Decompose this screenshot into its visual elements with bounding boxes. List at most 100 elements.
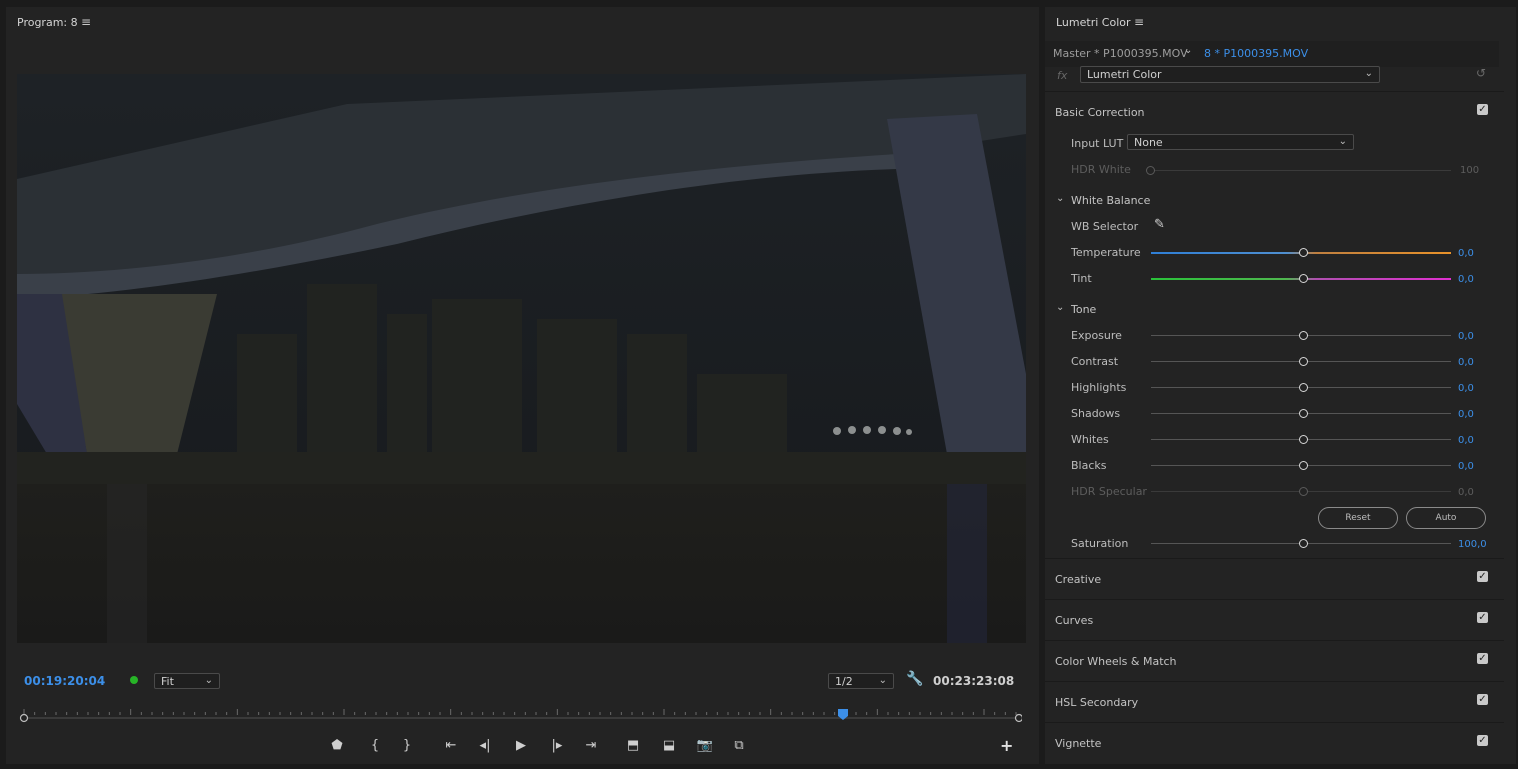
- basic-correction-title[interactable]: Basic Correction: [1055, 106, 1145, 119]
- panel-menu-icon[interactable]: ≡: [81, 15, 91, 29]
- basic-correction-checkbox[interactable]: ✓: [1477, 104, 1488, 115]
- auto-button-label: Auto: [1435, 513, 1457, 523]
- export-frame-icon[interactable]: 📷: [694, 738, 716, 753]
- hdr-white-value: 100: [1460, 165, 1480, 176]
- step-forward-icon[interactable]: |▸: [546, 738, 568, 753]
- wrench-icon[interactable]: 🔧: [906, 671, 923, 687]
- lift-icon[interactable]: ⬒: [622, 738, 644, 753]
- white-balance-title[interactable]: White Balance: [1071, 194, 1150, 207]
- section-vignette[interactable]: Vignette: [1055, 737, 1101, 750]
- shadows-label: Shadows: [1071, 407, 1121, 420]
- chevron-down-icon[interactable]: ⌄: [1184, 45, 1192, 56]
- effect-name: Lumetri Color: [1087, 68, 1162, 81]
- color-wheels-checkbox[interactable]: ✓: [1477, 653, 1488, 664]
- temperature-value[interactable]: 0,0: [1458, 248, 1474, 259]
- reset-effect-icon[interactable]: ↺: [1476, 66, 1486, 80]
- temperature-knob[interactable]: [1299, 248, 1308, 257]
- blacks-knob[interactable]: [1299, 461, 1308, 470]
- shadows-knob[interactable]: [1299, 409, 1308, 418]
- chevron-down-icon: ⌄: [1338, 136, 1347, 147]
- panel-menu-icon[interactable]: ≡: [1134, 15, 1144, 29]
- whites-value[interactable]: 0,0: [1458, 435, 1474, 446]
- mark-out-icon[interactable]: }: [396, 738, 418, 753]
- chevron-down-icon: ⌄: [1364, 68, 1373, 79]
- master-clip-tab[interactable]: Master * P1000395.MOV: [1053, 47, 1188, 60]
- effect-dropdown[interactable]: Lumetri Color ⌄: [1080, 66, 1380, 83]
- divider: [1045, 640, 1504, 641]
- fx-label: fx: [1057, 69, 1068, 82]
- go-to-out-icon[interactable]: ⇥: [580, 738, 602, 753]
- contrast-knob[interactable]: [1299, 357, 1308, 366]
- clip-instance-tab[interactable]: 8 * P1000395.MOV: [1204, 47, 1308, 60]
- add-button-icon[interactable]: +: [1000, 736, 1013, 755]
- tone-title[interactable]: Tone: [1071, 303, 1096, 316]
- resolution-dropdown[interactable]: 1/2 ⌄: [828, 673, 894, 689]
- play-icon[interactable]: ▶: [510, 738, 532, 753]
- divider: [1045, 91, 1504, 92]
- video-frame[interactable]: [17, 74, 1026, 643]
- hdr-white-knob: [1146, 166, 1155, 175]
- tint-label: Tint: [1071, 272, 1092, 285]
- hsl-secondary-checkbox[interactable]: ✓: [1477, 694, 1488, 705]
- chevron-down-icon: ⌄: [204, 675, 213, 686]
- section-hsl-secondary[interactable]: HSL Secondary: [1055, 696, 1138, 709]
- highlights-value[interactable]: 0,0: [1458, 383, 1474, 394]
- divider: [1045, 722, 1504, 723]
- saturation-value[interactable]: 100,0: [1458, 539, 1487, 550]
- reset-button[interactable]: Reset: [1318, 507, 1398, 529]
- section-creative[interactable]: Creative: [1055, 573, 1101, 586]
- divider: [1045, 599, 1504, 600]
- exposure-value[interactable]: 0,0: [1458, 331, 1474, 342]
- step-back-icon[interactable]: ◂|: [474, 738, 496, 753]
- chevron-down-icon[interactable]: ⌄: [1056, 193, 1064, 204]
- curves-checkbox[interactable]: ✓: [1477, 612, 1488, 623]
- hdr-specular-knob: [1299, 487, 1308, 496]
- duration-timecode: 00:23:23:08: [933, 674, 1015, 688]
- time-ruler[interactable]: [18, 703, 1024, 725]
- zoom-dropdown[interactable]: Fit ⌄: [154, 673, 220, 689]
- blacks-value[interactable]: 0,0: [1458, 461, 1474, 472]
- contrast-label: Contrast: [1071, 355, 1119, 368]
- auto-button[interactable]: Auto: [1406, 507, 1486, 529]
- reset-button-label: Reset: [1345, 513, 1371, 523]
- current-timecode[interactable]: 00:19:20:04: [24, 674, 105, 688]
- wb-selector-label: WB Selector: [1071, 220, 1139, 233]
- exposure-knob[interactable]: [1299, 331, 1308, 340]
- go-to-in-icon[interactable]: ⇤: [440, 738, 462, 753]
- comparison-view-icon[interactable]: ⧉: [728, 738, 750, 753]
- program-title: Program: 8: [17, 16, 78, 29]
- mark-in-icon[interactable]: {: [364, 738, 386, 753]
- divider: [1045, 681, 1504, 682]
- playhead[interactable]: [838, 705, 849, 720]
- input-lut-dropdown[interactable]: None ⌄: [1127, 134, 1354, 150]
- extract-icon[interactable]: ⬓: [658, 738, 680, 753]
- section-color-wheels[interactable]: Color Wheels & Match: [1055, 655, 1177, 668]
- tint-knob[interactable]: [1299, 274, 1308, 283]
- shadows-value[interactable]: 0,0: [1458, 409, 1474, 420]
- divider: [1045, 558, 1504, 559]
- lumetri-color-panel: Lumetri Color ≡ Master * P1000395.MOV ⌄ …: [1045, 7, 1516, 764]
- hdr-specular-label: HDR Specular: [1071, 485, 1147, 498]
- add-marker-icon[interactable]: ⬟: [326, 738, 348, 753]
- transport-controls: ⬟ { } ⇤ ◂| ▶ |▸ ⇥ ⬒ ⬓ 📷 ⧉: [326, 738, 766, 756]
- vignette-checkbox[interactable]: ✓: [1477, 735, 1488, 746]
- section-curves[interactable]: Curves: [1055, 614, 1093, 627]
- highlights-knob[interactable]: [1299, 383, 1308, 392]
- video-image: [17, 74, 1026, 643]
- tint-value[interactable]: 0,0: [1458, 274, 1474, 285]
- contrast-value[interactable]: 0,0: [1458, 357, 1474, 368]
- creative-checkbox[interactable]: ✓: [1477, 571, 1488, 582]
- program-monitor-panel: Program: 8 ≡ 00:19:20:04 Fit ⌄ 1/2 ⌄ 🔧 0…: [6, 7, 1039, 764]
- input-lut-label: Input LUT: [1071, 137, 1124, 150]
- eyedropper-icon[interactable]: ✎: [1154, 217, 1165, 232]
- saturation-knob[interactable]: [1299, 539, 1308, 548]
- hdr-white-slider: [1151, 170, 1451, 171]
- ruler-ticks: [19, 709, 1024, 723]
- status-indicator: [130, 676, 138, 684]
- input-lut-value: None: [1134, 136, 1163, 149]
- blacks-label: Blacks: [1071, 459, 1107, 472]
- whites-label: Whites: [1071, 433, 1109, 446]
- chevron-down-icon[interactable]: ⌄: [1056, 302, 1064, 313]
- resolution-value: 1/2: [835, 675, 853, 688]
- whites-knob[interactable]: [1299, 435, 1308, 444]
